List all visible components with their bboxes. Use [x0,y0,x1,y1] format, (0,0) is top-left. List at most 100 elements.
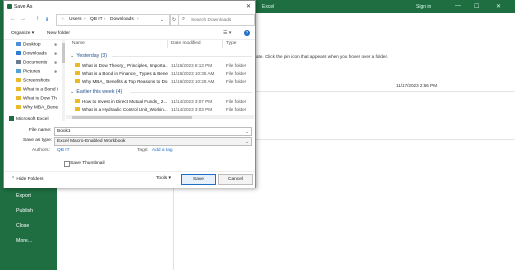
nav-item-documents[interactable]: Documents ✱ [16,60,57,66]
column-header-date[interactable]: Date modified [171,41,201,46]
nav-item-label: Documents [23,60,48,66]
nav-item-label: Screenshots [23,78,50,84]
authors-label: Authors: [32,148,50,153]
close-icon[interactable]: ✕ [246,3,251,10]
dialog-title: Save As [14,4,33,10]
group-label: Yesterday (3) [76,53,108,59]
nav-item-pictures[interactable]: Pictures ✱ [16,69,57,75]
save-thumbnail-label[interactable]: Save Thumbnail [70,161,105,166]
forward-arrow-icon[interactable]: → [20,16,26,22]
column-header-type[interactable]: Type [226,41,236,46]
authors-field[interactable]: QB IT [57,148,70,153]
file-date: 11/16/2023 8:13 PM [171,63,213,68]
folder-icon [16,105,21,109]
list-item[interactable]: What is a Bond in Finance_ Types & Bene.… [66,70,254,78]
chevron-down-icon[interactable]: ⌄ [158,15,166,25]
menu-export[interactable]: Export [16,193,31,199]
breadcrumb-users[interactable]: Users [69,17,82,22]
tools-dropdown[interactable]: Tools ▾ [156,176,171,181]
hide-folders-button[interactable]: ⌃ Hide Folders [11,177,44,182]
nav-item-mba-folder[interactable]: Why MBA_Bene [16,105,58,110]
nav-item-desktop[interactable]: Desktop ✱ [16,42,57,48]
nav-item-label: Pictures [23,69,41,75]
save-button[interactable]: Save [181,174,216,185]
group-header-yesterday[interactable]: ⌄ Yesterday (3) [70,53,107,59]
folder-icon [75,63,80,67]
address-bar[interactable]: › Users › QB IT › Downloads › [56,14,171,26]
nav-item-screenshots[interactable]: Screenshots [16,78,50,83]
file-list-scrollbar[interactable] [66,115,254,119]
file-name-field[interactable]: Book1 ⌄ [54,127,252,136]
minimize-icon[interactable]: — [455,3,461,9]
close-icon[interactable]: ✕ [496,3,501,10]
nav-item-label: Downloads [23,51,47,57]
file-name: What is a Hydraulic Control Unit_Workin.… [82,107,168,112]
nav-item-bond-folder[interactable]: What is a Bond i [16,87,58,92]
search-input[interactable]: ⌕ Search Downloads [178,14,255,26]
folder-icon [16,96,21,100]
nav-pane-scrollbar[interactable] [62,39,65,121]
menu-publish[interactable]: Publish [16,208,33,214]
save-type-value: Excel Macro-Enabled Workbook [57,139,126,144]
divider [255,139,515,140]
nav-item-label: What is Dow Th [23,96,57,102]
pin-icon: ✱ [54,51,58,56]
nav-item-label: What is a Bond i [23,87,58,93]
organize-button[interactable]: Organize ▾ [11,31,34,36]
menu-close[interactable]: Close [16,223,29,229]
nav-item-label: Desktop [23,42,41,48]
divider [255,91,515,92]
new-folder-button[interactable]: New folder [47,31,70,36]
divider [112,56,252,57]
nav-item-dow-folder[interactable]: What is Dow Th [16,96,57,101]
scrollbar-thumb[interactable] [62,43,65,63]
file-date: 11/14/2023 3:03 PM [171,107,213,112]
breadcrumb-separator: › [84,17,86,22]
nav-item-label: Microsoft Excel [16,116,49,122]
maximize-icon[interactable]: ☐ [474,3,479,10]
column-divider[interactable] [222,40,223,48]
desktop-icon [16,42,21,46]
save-type-select[interactable]: Excel Macro-Enabled Workbook ⌄ [54,137,252,146]
back-arrow-icon[interactable]: ← [10,16,16,22]
menu-more[interactable]: More... [16,238,32,244]
group-header-earlier-this-week[interactable]: ⌄ Earlier this week (4) [70,89,122,95]
sign-in-link[interactable]: Sign in [416,4,431,10]
file-name: What is Dow Theory_ Principles, Importa.… [82,63,168,68]
help-icon[interactable]: ? [244,30,250,36]
search-icon: ⌕ [182,16,186,22]
nav-item-microsoft-excel[interactable]: Microsoft Excel [9,116,49,122]
cancel-button[interactable]: Cancel [218,174,253,185]
list-item[interactable]: What is Dow Theory_ Principles, Importa.… [66,62,254,70]
file-type: File folder [226,71,247,76]
list-item[interactable]: What is a Hydraulic Control Unit_Workin.… [66,106,254,114]
save-as-dialog: Save As ✕ ← → ↑ ⬇ › Users › QB IT › Down… [3,0,256,188]
breadcrumb-downloads[interactable]: Downloads [110,17,134,22]
pictures-icon [16,69,21,73]
list-item[interactable]: Why MBA_ Benefits & Top Reasons to Do...… [66,78,254,86]
breadcrumb-qb-it[interactable]: QB IT [90,17,103,22]
chevron-down-icon[interactable]: ⌄ [245,129,249,135]
navigation-pane: Desktop ✱ Downloads ✱ Documents ✱ Pictures ✱… [4,39,65,121]
file-type: File folder [226,79,247,84]
documents-icon [16,60,21,64]
list-item[interactable]: How to Invest in Direct Mutual Funds_ 2.… [66,98,254,106]
column-header-name[interactable]: Name [72,41,85,46]
app-title: Excel [262,4,275,10]
file-list: Name Date modified Type ⌄ Yesterday (3) W… [66,39,254,121]
downloads-icon: ⬇ [45,16,50,23]
tags-field[interactable]: Add a tag [152,148,173,153]
view-options-icon[interactable]: ☰ ▾ [223,30,231,36]
chevron-down-icon: ⌄ [245,138,249,144]
column-divider[interactable] [167,40,168,48]
folder-icon [75,71,80,75]
recent-file-date: 11/17/2023 2:56 PM [396,83,438,88]
excel-icon [9,116,14,121]
folder-icon [75,107,80,111]
scrollbar-thumb[interactable] [72,115,192,119]
downloads-icon [16,51,21,55]
save-type-label: Save as type: [23,138,53,143]
excel-icon [7,4,12,9]
nav-item-downloads[interactable]: Downloads ✱ [16,51,57,57]
up-arrow-icon[interactable]: ↑ [36,16,39,22]
